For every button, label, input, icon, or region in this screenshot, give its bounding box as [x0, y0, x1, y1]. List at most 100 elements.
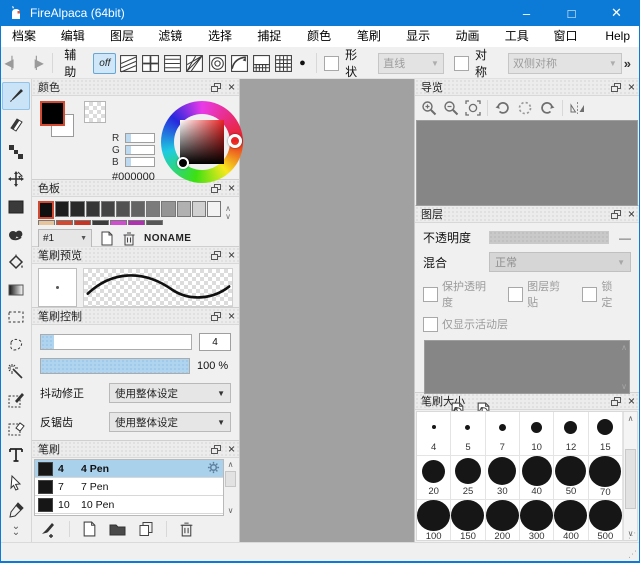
menu-item-12[interactable]: 窗口(W) [544, 26, 596, 47]
menu-item-9[interactable]: 显示(V) [397, 26, 446, 47]
scroll-down-icon[interactable]: ∨ [228, 506, 234, 515]
stabilize-select[interactable]: 使用整体设定▼ [109, 383, 231, 403]
delete-color-icon[interactable] [122, 231, 136, 246]
float-panel-icon[interactable] [211, 251, 221, 260]
zoom-fit-icon[interactable] [465, 100, 481, 116]
menu-item-8[interactable]: 笔刷(B) [348, 26, 397, 47]
scroll-thumb[interactable] [225, 471, 236, 487]
snap-grid-bottom-icon[interactable] [251, 53, 271, 74]
brush-size-cell[interactable]: 20 [417, 456, 451, 500]
brush-size-value[interactable]: 4 [199, 333, 231, 351]
float-panel-icon[interactable] [611, 210, 621, 219]
palette-swatch[interactable] [38, 220, 55, 225]
rotate-cw-icon[interactable] [539, 100, 556, 116]
palette-swatch[interactable] [74, 220, 91, 225]
scroll-thumb[interactable] [625, 449, 636, 509]
delete-brush-icon[interactable] [179, 521, 194, 537]
eyedropper-tool[interactable] [3, 497, 29, 523]
select-pen-tool[interactable] [3, 387, 29, 413]
scroll-up-icon[interactable]: ∧ [628, 414, 634, 423]
brush-size-slider[interactable] [40, 334, 192, 350]
snap-concentric-icon[interactable] [207, 53, 227, 74]
lock-alpha-checkbox[interactable] [423, 287, 438, 302]
brush-size-cell[interactable]: 100 [417, 500, 451, 540]
palette-swatch[interactable] [146, 220, 163, 225]
close-panel-icon[interactable]: × [228, 250, 235, 260]
brush-size-cell[interactable]: 4 [417, 412, 451, 456]
brush-size-cell[interactable]: 200 [486, 500, 520, 540]
snap-horizontal-icon[interactable] [163, 53, 183, 74]
toolbar-overflow-button[interactable]: » [624, 56, 631, 71]
palette-set-select[interactable]: #1▼ [38, 229, 92, 248]
panel-resize-grip[interactable]: ⋰ [628, 531, 636, 540]
show-active-only-checkbox[interactable] [423, 317, 438, 332]
brush-size-cell[interactable]: 300 [520, 500, 554, 540]
brush-size-cell[interactable]: 40 [520, 456, 554, 500]
brush-folder-icon[interactable] [109, 522, 126, 537]
brush-list-item[interactable]: 77 Pen [35, 478, 223, 496]
layer-opacity-slider[interactable] [489, 231, 609, 244]
prev-arrow-icon[interactable]: ◀▏ [1, 56, 22, 70]
brush-size-cell[interactable]: 12 [554, 412, 588, 456]
palette-swatch[interactable] [86, 201, 100, 217]
text-tool[interactable] [3, 442, 29, 468]
palette-swatch[interactable] [110, 220, 127, 225]
palette-swatch[interactable] [116, 201, 130, 217]
brush-size-cell[interactable]: 15 [589, 412, 623, 456]
gradient-tool[interactable] [3, 277, 29, 303]
magic-wand-tool[interactable] [3, 360, 29, 386]
blend-mode-select[interactable]: 正常▼ [489, 252, 631, 272]
brush-list-item[interactable]: 44 Pen [35, 460, 223, 478]
smudge-tool[interactable] [3, 222, 29, 248]
close-panel-icon[interactable]: × [228, 311, 235, 321]
scroll-down-icon[interactable]: ∨ [621, 382, 627, 391]
select-eraser-tool[interactable] [3, 415, 29, 441]
close-panel-icon[interactable]: × [228, 82, 235, 92]
brush-size-cell[interactable]: 150 [451, 500, 485, 540]
palette-swatch[interactable] [92, 220, 109, 225]
minimize-button[interactable]: – [504, 0, 549, 26]
shape-select[interactable]: 直线▼ [378, 53, 444, 74]
select-rect-tool[interactable] [3, 305, 29, 331]
float-panel-icon[interactable] [211, 83, 221, 92]
new-brush-icon[interactable] [82, 521, 97, 537]
menu-item-7[interactable]: 颜色(C) [298, 26, 348, 47]
foreground-color-swatch[interactable] [40, 101, 65, 126]
zoom-in-icon[interactable] [421, 100, 437, 116]
tool-overflow-button[interactable]: ⌄⌄ [12, 524, 20, 536]
window-resize-grip[interactable]: ⋰ [628, 549, 637, 560]
duplicate-brush-icon[interactable] [138, 521, 154, 537]
menu-item-5[interactable]: 选择(S) [199, 26, 248, 47]
move-tool[interactable] [3, 167, 29, 193]
symmetry-select[interactable]: 双侧对称▼ [508, 53, 622, 74]
add-brush-icon[interactable] [40, 521, 57, 538]
clipping-checkbox[interactable] [508, 287, 523, 302]
brush-size-cell[interactable]: 30 [486, 456, 520, 500]
brush-settings-gear-icon[interactable] [207, 461, 220, 477]
close-panel-icon[interactable]: × [628, 396, 635, 406]
hue-marker[interactable] [228, 134, 242, 148]
brush-size-cell[interactable]: 500 [589, 500, 623, 540]
palette-swatch[interactable] [146, 201, 160, 217]
float-panel-icon[interactable] [211, 184, 221, 193]
brush-size-scrollbar[interactable]: ∧ ∨ [623, 412, 637, 540]
float-panel-icon[interactable] [211, 445, 221, 454]
brush-size-cell[interactable]: 7 [486, 412, 520, 456]
close-button[interactable]: ✕ [594, 0, 639, 26]
scroll-up-icon[interactable]: ∧ [228, 460, 234, 469]
brush-list-scrollbar[interactable]: ∧ ∨ [224, 459, 237, 516]
snap-off-button[interactable]: off [93, 53, 116, 74]
symmetry-checkbox[interactable] [454, 56, 469, 71]
brush-list-item[interactable]: 1010 Pen [35, 496, 223, 514]
maximize-button[interactable]: □ [549, 0, 594, 26]
snap-grid-icon[interactable] [274, 53, 294, 74]
color-wheel[interactable] [161, 101, 243, 183]
palette-swatch[interactable] [55, 201, 69, 217]
snap-cross-icon[interactable] [141, 53, 161, 74]
brush-size-cell[interactable]: 50 [554, 456, 588, 500]
menu-item-13[interactable]: Help [596, 26, 639, 47]
close-panel-icon[interactable]: × [228, 183, 235, 193]
palette-swatch[interactable] [101, 201, 115, 217]
float-panel-icon[interactable] [611, 83, 621, 92]
menu-item-4[interactable]: 滤镜(R) [149, 26, 199, 47]
